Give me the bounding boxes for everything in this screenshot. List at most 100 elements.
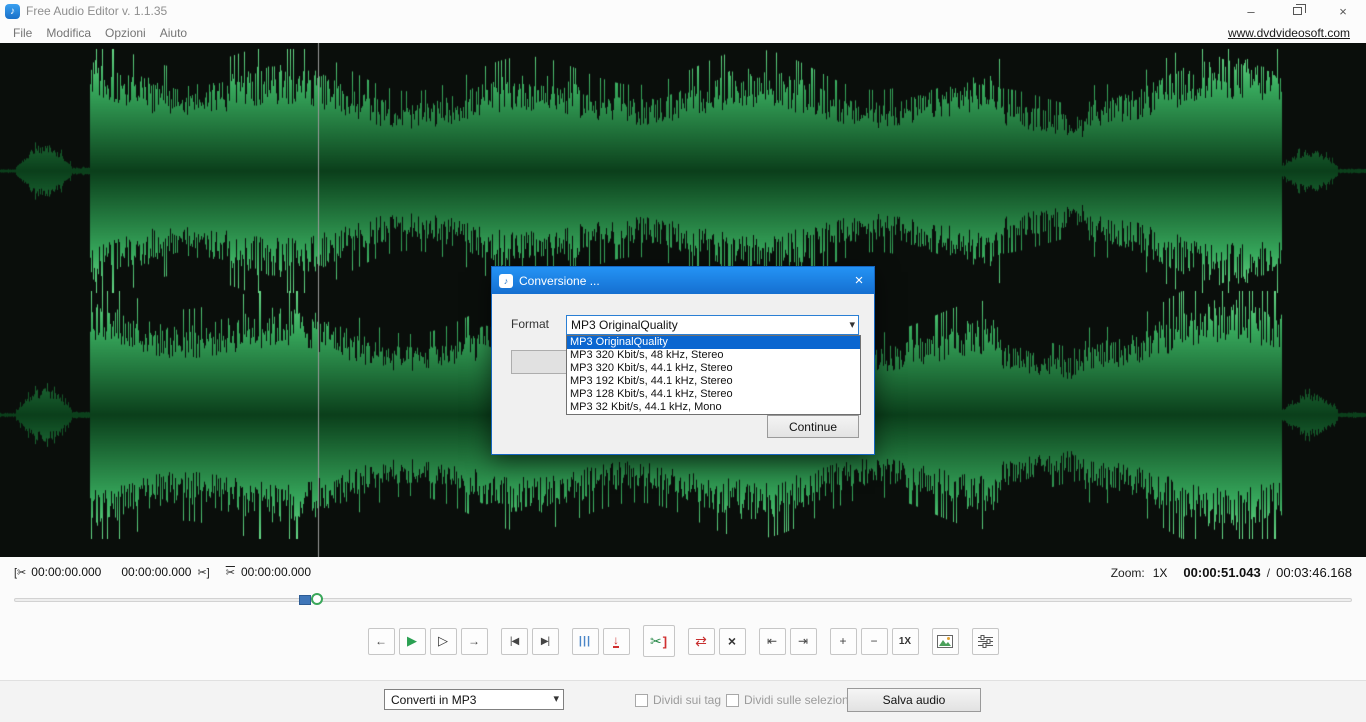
edit-group: ⇄ × [688,628,746,655]
menu-aiuto[interactable]: Aiuto [153,24,194,42]
bottom-bar: Converti in MP3 ▾ Dividi sui tag Dividi … [0,680,1366,722]
format-combobox[interactable]: MP3 OriginalQuality ▾ [566,315,859,335]
toolbar: ← ▶ ▷ → |◀ ▶| ||| ↓ ✂ ] ⇄ × ⇤ ⇥ + [0,618,1366,664]
dialog-app-icon: ♪ [499,274,513,288]
zoom-reset-label: 1X [899,636,911,647]
seek-track[interactable] [14,598,1352,602]
cross-icon: × [728,633,736,649]
delete-selection-button[interactable]: × [719,628,746,655]
checkbox-dividi-tag[interactable] [635,694,648,707]
options-button[interactable] [972,628,999,655]
right-arrow-icon: → [468,634,480,648]
selection-start-time: 00:00:00.000 [31,565,101,579]
format-option[interactable]: MP3 320 Kbit/s, 48 kHz, Stereo [567,349,860,362]
swap-arrows-icon: ⇄ [695,633,707,650]
zoom-out-button[interactable]: − [861,628,888,655]
total-duration: 00:03:46.168 [1276,565,1352,580]
format-option[interactable]: MP3 OriginalQuality [567,336,860,349]
cut-length-icon: ✂ [226,566,235,579]
selection-end-time: 00:00:00.000 [121,565,191,579]
format-label: Format [511,317,549,331]
maximize-button[interactable] [1274,0,1320,22]
play-outline-icon: ▷ [438,633,448,649]
dialog-close-button[interactable]: × [844,267,874,294]
scissors-icon: ✂ [650,633,662,650]
dialog-title-bar[interactable]: ♪ Conversione ... × [492,267,874,294]
zoom-group: + − 1X [830,628,919,655]
menu-bar: File Modifica Opzioni Aiuto www.dvdvideo… [0,22,1366,43]
seek-handle[interactable] [299,595,311,605]
down-arrow-icon: ↓ [613,635,619,648]
format-option[interactable]: MP3 32 Kbit/s, 44.1 kHz, Mono [567,401,860,414]
zoom-value: 1X [1153,566,1168,580]
checkbox-dividi-selezioni[interactable] [726,694,739,707]
step-forward-button[interactable]: → [461,628,488,655]
plus-icon: + [839,634,846,648]
window-title: Free Audio Editor v. 1.1.35 [26,4,167,18]
checkbox-dividi-selezioni-label: Dividi sulle selezioni [744,693,851,707]
minimize-button[interactable]: – [1228,0,1274,22]
convert-format-value: Converti in MP3 [391,693,476,707]
arrow-to-bar-left-icon: ⇤ [767,634,777,648]
cut-bracket-icon: ] [663,634,667,649]
website-link[interactable]: www.dvdvideosoft.com [1228,26,1350,40]
cut-in-icon: [✂ [14,566,26,579]
play-icon: ▶ [407,633,417,649]
app-window: ♪ Free Audio Editor v. 1.1.35 – × File M… [0,0,1366,722]
selection-times: [✂ 00:00:00.000 00:00:00.000 ✂] ✂ 00:00:… [14,565,311,579]
menu-opzioni[interactable]: Opzioni [98,24,153,42]
conversion-dialog: ♪ Conversione ... × Format MP3 OriginalQ… [491,266,875,455]
view-group [932,628,959,655]
dialog-title: Conversione ... [519,274,600,288]
record-group: ||| ↓ [572,628,630,655]
next-marker-button[interactable]: ⇥ [790,628,817,655]
convert-button-partial[interactable] [511,350,567,374]
restore-icon [1293,7,1302,15]
settings-group [972,628,999,655]
cut-button[interactable]: ✂ ] [643,625,675,657]
current-position: 00:00:51.043 [1183,565,1260,580]
zoom-position: Zoom: 1X 00:00:51.043 / 00:03:46.168 [1111,565,1352,580]
format-dropdown-list: MP3 OriginalQuality MP3 320 Kbit/s, 48 k… [566,335,861,415]
menu-modifica[interactable]: Modifica [39,24,98,42]
format-option[interactable]: MP3 320 Kbit/s, 44.1 kHz, Stereo [567,362,860,375]
minus-icon: − [870,634,877,648]
skip-end-icon: ▶| [541,636,549,647]
format-option[interactable]: MP3 128 Kbit/s, 44.1 kHz, Stereo [567,388,860,401]
save-audio-button[interactable]: Salva audio [847,688,981,712]
record-button[interactable]: ↓ [603,628,630,655]
swap-selection-button[interactable]: ⇄ [688,628,715,655]
zoom-label: Zoom: [1111,566,1145,580]
settings-sliders-icon [978,635,993,648]
play-button[interactable]: ▶ [399,628,426,655]
status-bar: [✂ 00:00:00.000 00:00:00.000 ✂] ✂ 00:00:… [0,557,1366,587]
transport-group: ← ▶ ▷ → [368,628,488,655]
step-back-button[interactable]: ← [368,628,395,655]
app-icon: ♪ [5,4,20,19]
title-bar: ♪ Free Audio Editor v. 1.1.35 – × [0,0,1366,22]
pause-bars-button[interactable]: ||| [572,628,599,655]
format-combobox-value: MP3 OriginalQuality [571,318,678,332]
time-separator: / [1267,566,1270,580]
go-to-start-button[interactable]: |◀ [501,628,528,655]
skip-start-icon: |◀ [510,636,518,647]
left-arrow-icon: ← [375,634,387,648]
checkbox-dividi-tag-label: Dividi sui tag [653,693,721,707]
zoom-in-button[interactable]: + [830,628,857,655]
zoom-reset-button[interactable]: 1X [892,628,919,655]
format-option[interactable]: MP3 192 Kbit/s, 44.1 kHz, Stereo [567,375,860,388]
cut-out-icon: ✂] [197,566,209,579]
vertical-bars-icon: ||| [579,635,591,647]
waveform-view-button[interactable] [932,628,959,655]
close-button[interactable]: × [1320,0,1366,22]
window-controls: – × [1228,0,1366,22]
menu-file[interactable]: File [6,24,39,42]
go-to-end-button[interactable]: ▶| [532,628,559,655]
convert-format-dropdown[interactable]: Converti in MP3 ▾ [384,689,564,710]
play-selection-button[interactable]: ▷ [430,628,457,655]
prev-marker-button[interactable]: ⇤ [759,628,786,655]
continue-button[interactable]: Continue [767,415,859,438]
chevron-down-icon: ▾ [849,318,855,331]
chevron-down-icon: ▾ [553,692,559,705]
playhead-marker[interactable] [311,593,323,605]
